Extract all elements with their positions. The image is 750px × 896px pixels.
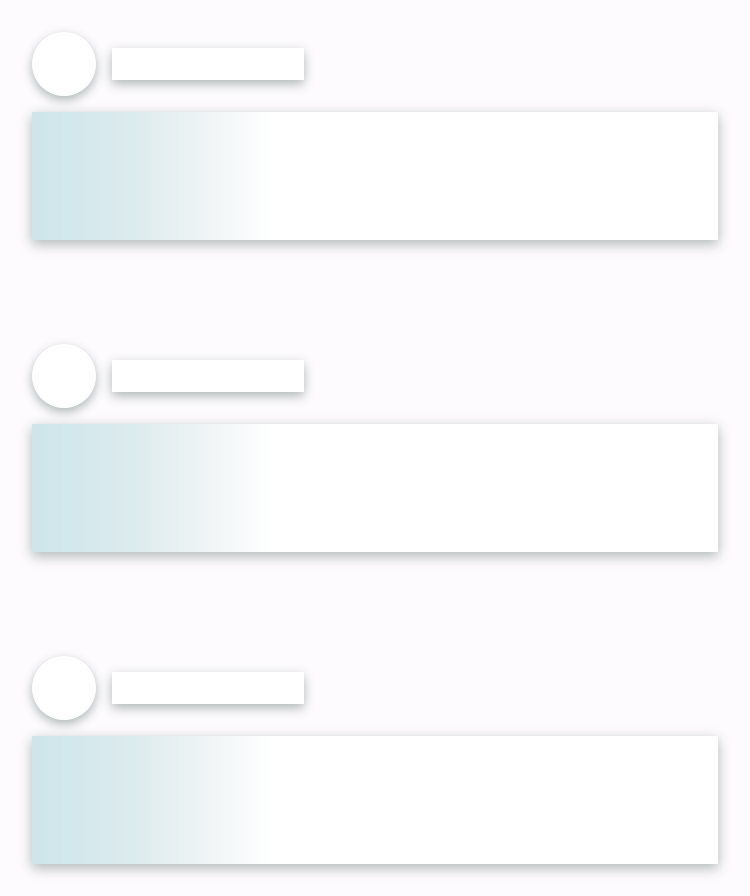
content-placeholder (32, 424, 718, 552)
title-placeholder (112, 48, 304, 80)
skeleton-card (0, 656, 750, 896)
title-placeholder (112, 360, 304, 392)
skeleton-feed (0, 0, 750, 896)
skeleton-card (0, 344, 750, 584)
avatar-placeholder (32, 32, 96, 96)
content-placeholder (32, 736, 718, 864)
avatar-placeholder (32, 656, 96, 720)
avatar-placeholder (32, 344, 96, 408)
title-placeholder (112, 672, 304, 704)
skeleton-card (0, 32, 750, 272)
content-placeholder (32, 112, 718, 240)
